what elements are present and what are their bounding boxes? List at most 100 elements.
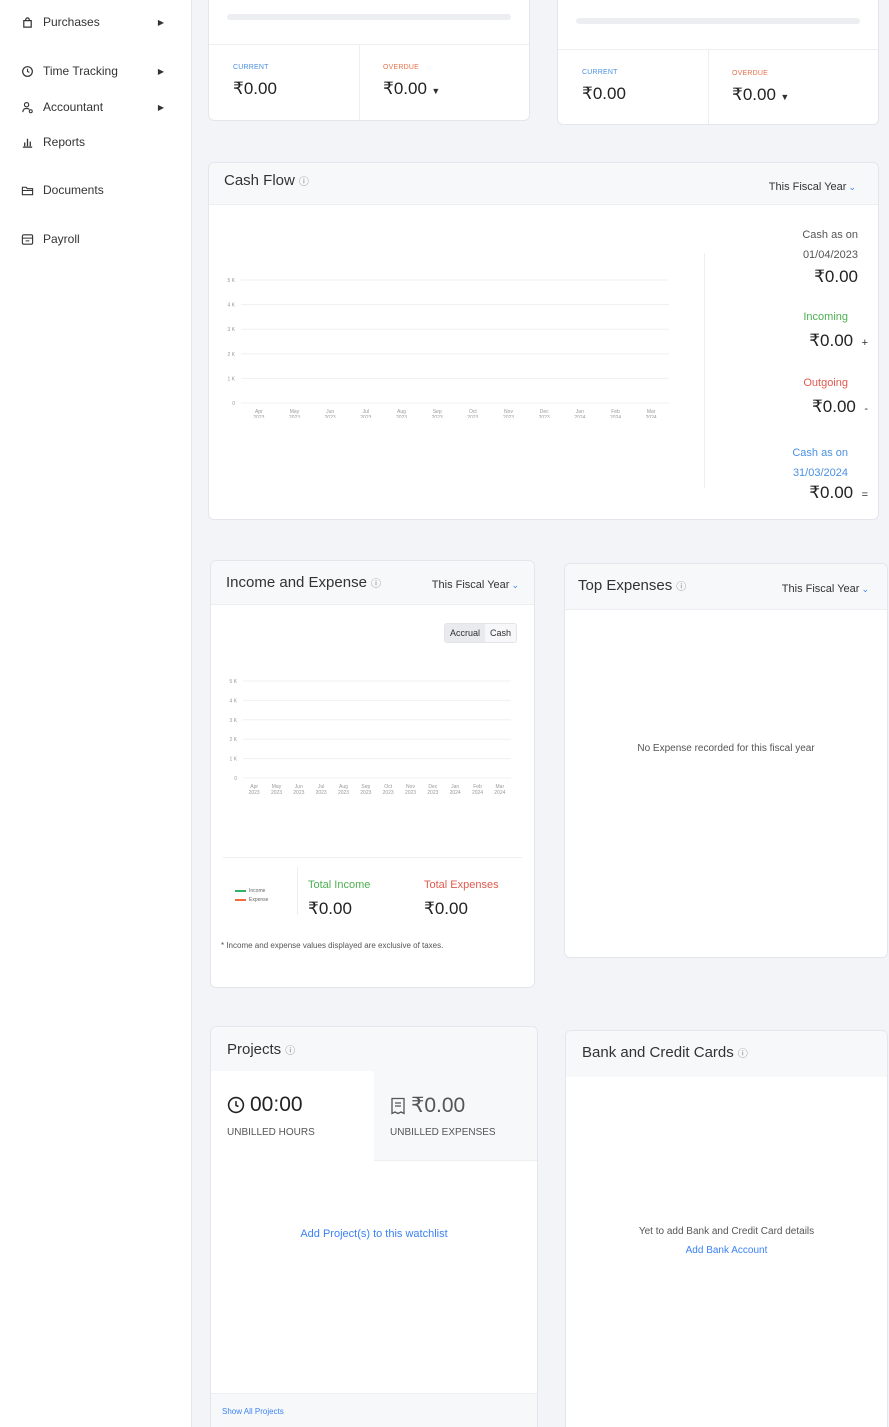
- receivables-overdue-label: OVERDUE: [383, 64, 420, 71]
- projects-footer: Show All Projects: [211, 1393, 537, 1427]
- help-icon[interactable]: ⓘ: [738, 1049, 748, 1060]
- x-tick-label: Jul 2023: [360, 409, 371, 418]
- y-tick-label: 2 K: [229, 737, 237, 743]
- add-bank-account-link[interactable]: Add Bank Account: [566, 1245, 887, 1256]
- chart-legend: Income Expense: [235, 887, 268, 905]
- divider: [558, 49, 878, 50]
- cash-flow-summary: Cash as on 01/04/2023 ₹0.00: [708, 225, 858, 287]
- sidebar-item-time-tracking[interactable]: Time Tracking ▶: [20, 59, 180, 83]
- top-expenses-header: Top Expenses ⓘ This Fiscal Year ⌄: [565, 564, 887, 610]
- show-all-projects-link[interactable]: Show All Projects: [222, 1407, 284, 1416]
- x-tick-label: Aug 2023: [396, 409, 407, 418]
- sidebar-item-documents[interactable]: Documents: [20, 178, 180, 202]
- x-tick-label: Nov 2023: [405, 784, 416, 796]
- payables-overdue-dropdown[interactable]: ₹0.00 ▼: [732, 85, 789, 105]
- x-tick-label: Feb 2024: [472, 784, 483, 796]
- income-expense-chart: 0 1 K 2 K 3 K 4 K 5 K Apr 2023 May 2023 Jun 2023 Jul…: [229, 679, 511, 796]
- sidebar-item-label: Reports: [43, 135, 86, 149]
- receivables-card: CURRENT ₹0.00 OVERDUE ₹0.00 ▼: [208, 0, 530, 121]
- y-tick-label: 4 K: [227, 303, 235, 309]
- divider: [209, 44, 529, 45]
- y-tick-label: 1 K: [229, 757, 237, 763]
- x-tick-label: Apr 2023: [253, 409, 264, 418]
- clock-icon: [20, 64, 34, 78]
- payables-current-value: ₹0.00: [582, 84, 626, 103]
- sidebar-item-label: Documents: [43, 183, 104, 197]
- cash-flow-chart: 0 1 K 2 K 3 K 4 K 5 K Apr 2023 May 2023 Jun 2023 Jul…: [227, 278, 669, 418]
- receivables-progress-bar: [227, 14, 511, 20]
- incoming-value: ₹0.00: [809, 331, 854, 350]
- sidebar-item-reports[interactable]: Reports: [20, 130, 180, 154]
- payables-overdue-value: ₹0.00: [732, 85, 776, 104]
- legend-swatch-expense: [235, 898, 246, 901]
- x-tick-label: Aug 2023: [338, 784, 349, 796]
- add-project-link[interactable]: Add Project(s) to this watchlist: [211, 1228, 537, 1240]
- sidebar: Purchases ▶ Time Tracking ▶ Accountant ▶…: [0, 0, 192, 1427]
- y-tick-label: 5 K: [229, 679, 237, 685]
- unbilled-expenses-tab[interactable]: ₹0.00 UNBILLED EXPENSES: [374, 1071, 537, 1161]
- y-tick-label: 4 K: [229, 698, 237, 704]
- outgoing-sign: -: [864, 403, 868, 415]
- income-expense-header: Income and Expense ⓘ This Fiscal Year ⌄: [211, 561, 534, 605]
- folder-icon: [20, 183, 34, 197]
- bar-chart-icon: [20, 135, 34, 149]
- x-tick-label: Apr 2023: [249, 784, 260, 796]
- divider: [708, 49, 709, 124]
- chevron-down-icon: ⌄: [511, 580, 519, 590]
- caret-down-icon: ▼: [431, 86, 441, 96]
- cash-flow-period-dropdown[interactable]: This Fiscal Year ⌄: [769, 181, 856, 193]
- cash-flow-title: Cash Flow ⓘ: [224, 172, 309, 189]
- help-icon[interactable]: ⓘ: [299, 177, 309, 188]
- payroll-icon: [20, 232, 34, 246]
- top-expenses-empty-message: No Expense recorded for this fiscal year: [637, 743, 815, 754]
- total-income-label: Total Income: [308, 879, 371, 891]
- cash-flow-header: Cash Flow ⓘ This Fiscal Year ⌄: [209, 163, 878, 205]
- help-icon[interactable]: ⓘ: [676, 582, 686, 593]
- sidebar-item-purchases[interactable]: Purchases ▶: [20, 10, 180, 34]
- y-tick-label: 3 K: [227, 327, 235, 333]
- projects-header: Projects ⓘ: [211, 1027, 537, 1071]
- top-expenses-card: Top Expenses ⓘ This Fiscal Year ⌄ No Expen…: [564, 563, 888, 958]
- help-icon[interactable]: ⓘ: [371, 579, 381, 590]
- y-tick-label: 2 K: [227, 352, 235, 358]
- unbilled-hours-value-row: 00:00: [227, 1093, 303, 1117]
- sidebar-item-label: Payroll: [43, 232, 80, 246]
- sidebar-item-accountant[interactable]: Accountant ▶: [20, 95, 180, 119]
- clock-icon: [227, 1096, 245, 1114]
- x-tick-label: May 2023: [289, 409, 300, 418]
- accrual-toggle[interactable]: Accrual: [444, 624, 485, 642]
- incoming-label: Incoming: [803, 311, 848, 323]
- sidebar-item-label: Accountant: [43, 100, 104, 114]
- cash-end-label: Cash as on 31/03/2024: [792, 447, 848, 479]
- caret-down-icon: ▼: [780, 92, 790, 102]
- x-tick-label: Jun 2023: [325, 409, 336, 418]
- legend-swatch-income: [235, 889, 246, 892]
- income-expense-title: Income and Expense ⓘ: [226, 574, 381, 591]
- bank-cards-empty-message: Yet to add Bank and Credit Card details: [638, 1226, 815, 1237]
- accountant-icon: [20, 100, 34, 114]
- bank-cards-header: Bank and Credit Cards ⓘ: [566, 1031, 887, 1077]
- x-tick-label: Sep 2023: [432, 409, 443, 418]
- unbilled-hours-tab[interactable]: 00:00 UNBILLED HOURS: [211, 1071, 374, 1161]
- cash-start-label: Cash as on: [802, 229, 858, 241]
- chevron-down-icon: ⌄: [848, 182, 856, 192]
- income-expense-footnote: * Income and expense values displayed ar…: [221, 941, 444, 950]
- help-icon[interactable]: ⓘ: [285, 1046, 295, 1057]
- sidebar-item-payroll[interactable]: Payroll: [20, 227, 180, 251]
- sidebar-item-label: Purchases: [43, 15, 100, 29]
- y-tick-label: 5 K: [227, 278, 235, 284]
- x-tick-label: Dec 2023: [427, 784, 438, 796]
- payables-card: CURRENT ₹0.00 OVERDUE ₹0.00 ▼: [557, 0, 879, 125]
- unbilled-expenses-value: ₹0.00: [411, 1094, 466, 1117]
- cash-toggle[interactable]: Cash: [484, 624, 516, 642]
- receivables-overdue-dropdown[interactable]: ₹0.00 ▼: [383, 79, 440, 99]
- top-expenses-period-dropdown[interactable]: This Fiscal Year ⌄: [782, 583, 869, 595]
- cash-start-value: ₹0.00: [814, 267, 858, 286]
- x-tick-label: Dec 2023: [539, 409, 550, 418]
- total-expenses-label: Total Expenses: [424, 879, 499, 891]
- receipt-icon: [390, 1097, 406, 1115]
- x-tick-label: Sep 2023: [360, 784, 371, 796]
- income-expense-period-dropdown[interactable]: This Fiscal Year ⌄: [432, 579, 519, 591]
- cash-end-value: ₹0.00: [809, 483, 854, 502]
- x-tick-label: Oct 2023: [467, 409, 478, 418]
